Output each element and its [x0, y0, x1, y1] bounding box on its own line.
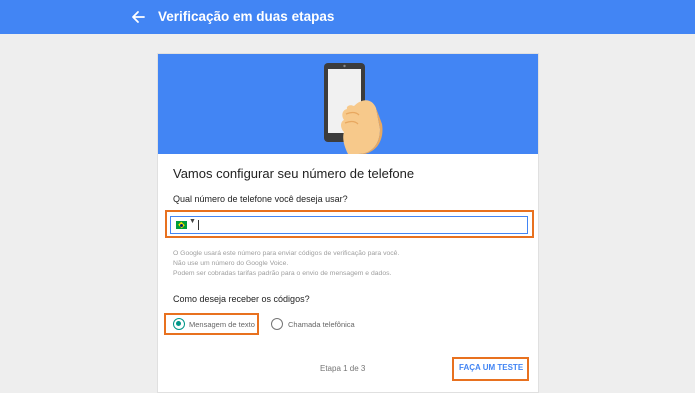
- help-line: Não use um número do Google Voice.: [173, 260, 289, 267]
- page-title: Verificação em duas etapas: [158, 9, 335, 24]
- highlight-text-message: [164, 313, 259, 335]
- hero-banner: [158, 54, 538, 154]
- phone-question-label: Qual número de telefone você deseja usar…: [173, 194, 348, 204]
- back-arrow-icon[interactable]: [128, 6, 150, 28]
- app-bar: Verificação em duas etapas: [0, 0, 695, 34]
- codes-question-label: Como deseja receber os códigos?: [173, 294, 310, 304]
- highlight-phone-field: [165, 210, 534, 238]
- radio-phone-call[interactable]: [271, 318, 283, 330]
- help-text: O Google usará este número para enviar c…: [173, 249, 399, 279]
- radio-label-phone-call[interactable]: Chamada telefônica: [288, 320, 355, 329]
- highlight-test-button: [452, 357, 529, 381]
- phone-in-hand-icon: [324, 63, 383, 154]
- card-title: Vamos configurar seu número de telefone: [173, 166, 415, 181]
- help-line: O Google usará este número para enviar c…: [173, 250, 400, 257]
- step-indicator: Etapa 1 de 3: [320, 364, 366, 373]
- help-line: Podem ser cobradas tarifas padrão para o…: [173, 270, 392, 277]
